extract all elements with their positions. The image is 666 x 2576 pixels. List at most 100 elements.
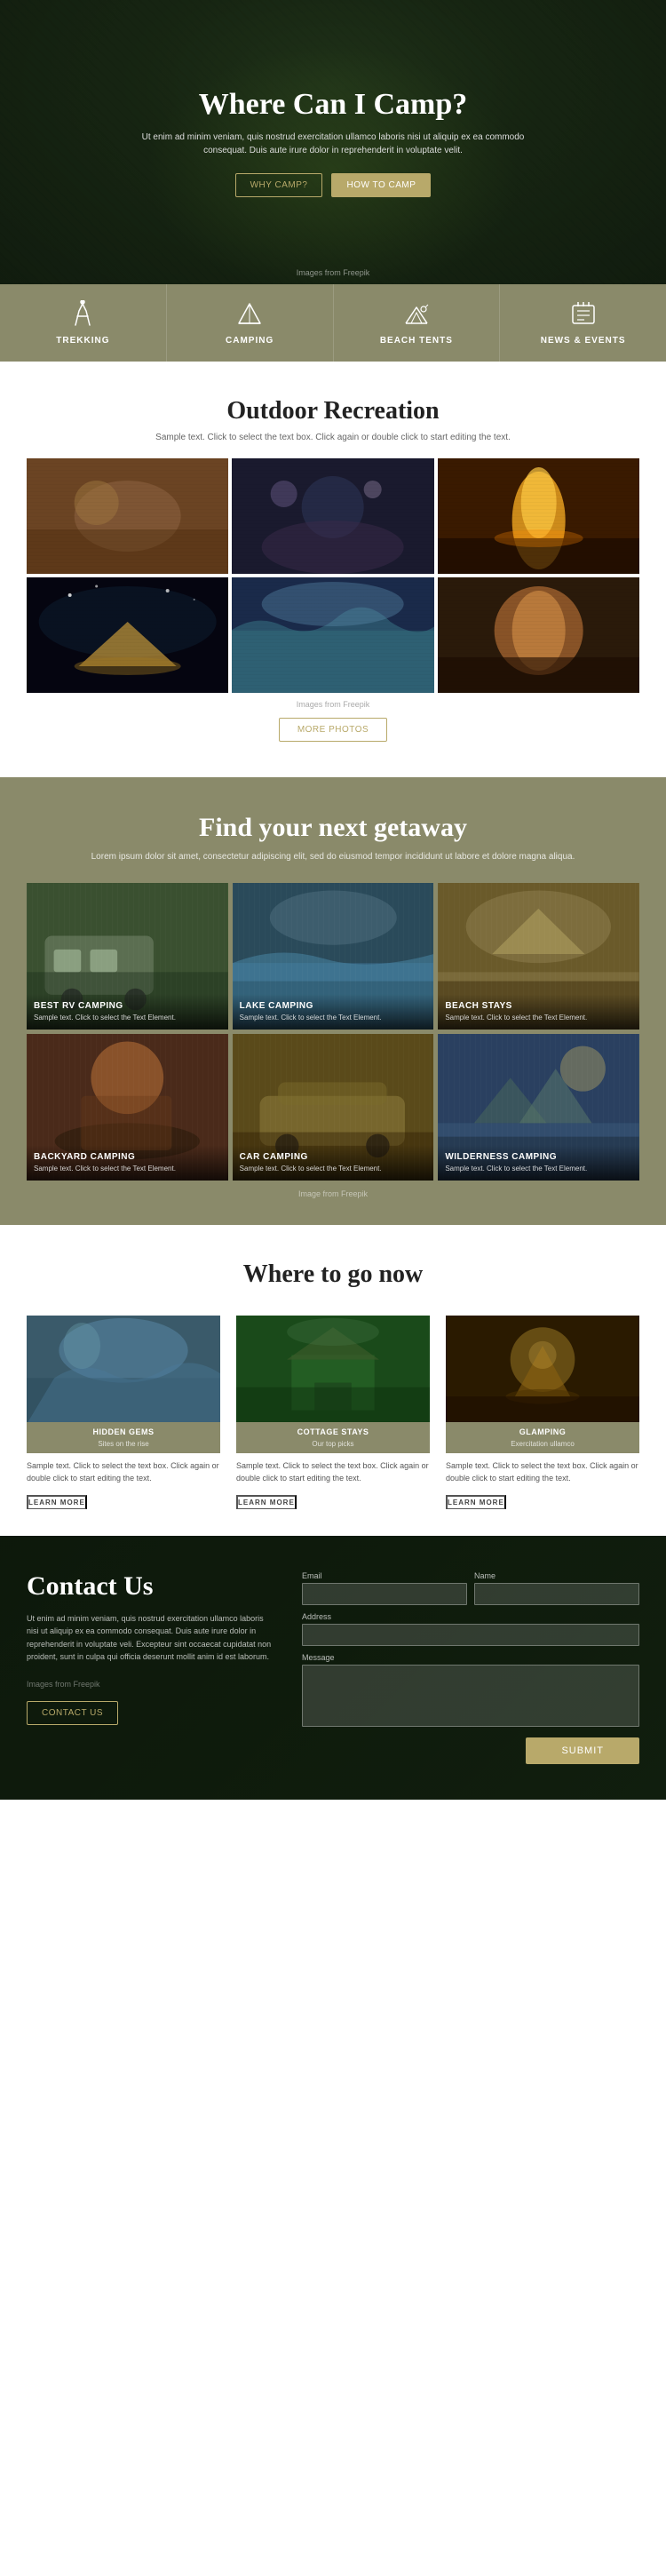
where-card-label-cottage: COTTAGE STAYS: [236, 1422, 430, 1440]
outdoor-credit: Images from Freepik: [27, 700, 639, 709]
contact-form: Email Name Address Message SUBMIT: [302, 1571, 639, 1764]
getaway-title: Find your next getaway: [27, 813, 639, 843]
getaway-card-car[interactable]: CAR CAMPING Sample text. Click to select…: [233, 1034, 434, 1181]
getaway-text-beach: Sample text. Click to select the Text El…: [445, 1014, 632, 1022]
camping-icon: [235, 300, 264, 329]
contact-title: Contact Us: [27, 1571, 275, 1602]
contact-us-button[interactable]: CONTACT US: [27, 1701, 118, 1725]
where-card-label-hidden-gems: HIDDEN GEMS: [27, 1422, 220, 1440]
outdoor-photo-6: [438, 577, 639, 693]
getaway-title-lake: LAKE CAMPING: [240, 1001, 427, 1011]
where-grid: HIDDEN GEMS Sites on the rise Sample tex…: [27, 1316, 639, 1509]
contact-form-row-1: Email Name: [302, 1571, 639, 1605]
contact-address-field: Address: [302, 1612, 639, 1646]
outdoor-subtitle: Sample text. Click to select the text bo…: [27, 433, 639, 442]
getaway-card-lake[interactable]: LAKE CAMPING Sample text. Click to selec…: [233, 883, 434, 1030]
where-card-sublabel-glamping: Exercitation ullamco: [446, 1440, 639, 1453]
outdoor-photo-4: [27, 577, 228, 693]
more-photos-button[interactable]: MORE PHOTOS: [279, 718, 387, 742]
hero-title: Where Can I Camp?: [199, 88, 468, 122]
name-input[interactable]: [474, 1583, 639, 1605]
where-card-sublabel-hidden-gems: Sites on the rise: [27, 1440, 220, 1453]
where-card-cottage: COTTAGE STAYS Our top picks Sample text.…: [236, 1316, 430, 1509]
submit-button[interactable]: SUBMIT: [526, 1737, 639, 1764]
getaway-overlay-car: CAR CAMPING Sample text. Click to select…: [233, 1145, 434, 1181]
name-label: Name: [474, 1571, 639, 1580]
getaway-text-car: Sample text. Click to select the Text El…: [240, 1165, 427, 1173]
beach-tents-icon: [402, 300, 431, 329]
where-card-body-cottage: Sample text. Click to select the text bo…: [236, 1453, 430, 1491]
getaway-text-lake: Sample text. Click to select the Text El…: [240, 1014, 427, 1022]
hero-buttons: WHY CAMP? HOW TO CAMP: [235, 173, 432, 197]
news-events-icon: [569, 300, 598, 329]
outdoor-photo-3: [438, 458, 639, 574]
beach-tents-label: BEACH TENTS: [380, 336, 453, 346]
where-card-img-glamping: [446, 1316, 639, 1422]
learn-more-hidden-gems[interactable]: LEARN MORE: [27, 1495, 87, 1509]
contact-name-field: Name: [474, 1571, 639, 1605]
getaway-title-rv: BEST RV CAMPING: [34, 1001, 221, 1011]
where-section: Where to go now HIDDEN GEMS Sites on the…: [0, 1225, 666, 1536]
getaway-overlay-lake: LAKE CAMPING Sample text. Click to selec…: [233, 994, 434, 1030]
getaway-overlay-rv: BEST RV CAMPING Sample text. Click to se…: [27, 994, 228, 1030]
outdoor-photo-5: [232, 577, 433, 693]
outdoor-title: Outdoor Recreation: [27, 397, 639, 425]
getaway-title-backyard: BACKYARD CAMPING: [34, 1152, 221, 1162]
getaway-card-beach[interactable]: BEACH STAYS Sample text. Click to select…: [438, 883, 639, 1030]
getaway-card-rv[interactable]: BEST RV CAMPING Sample text. Click to se…: [27, 883, 228, 1030]
contact-message-field: Message: [302, 1653, 639, 1727]
getaway-grid: BEST RV CAMPING Sample text. Click to se…: [27, 883, 639, 1181]
contact-email-field: Email: [302, 1571, 467, 1605]
getaway-text-backyard: Sample text. Click to select the Text El…: [34, 1165, 221, 1173]
getaway-text-wilderness: Sample text. Click to select the Text El…: [445, 1165, 632, 1173]
learn-more-glamping[interactable]: LEARN MORE: [446, 1495, 506, 1509]
where-card-sublabel-cottage: Our top picks: [236, 1440, 430, 1453]
icon-item-news-events[interactable]: NEWS & EVENTS: [500, 284, 666, 362]
where-card-img-hidden-gems: [27, 1316, 220, 1422]
outdoor-photo-1: [27, 458, 228, 574]
where-card-label-glamping: GLAMPING: [446, 1422, 639, 1440]
icon-item-camping[interactable]: CAMPING: [167, 284, 334, 362]
getaway-credit: Image from Freepik: [27, 1189, 639, 1198]
where-card-body-glamping: Sample text. Click to select the text bo…: [446, 1453, 639, 1491]
where-card-glamping: GLAMPING Exercitation ullamco Sample tex…: [446, 1316, 639, 1509]
contact-credit: Images from Freepik: [27, 1680, 275, 1689]
how-to-camp-button[interactable]: HOW TO CAMP: [331, 173, 431, 197]
hero-description: Ut enim ad minim veniam, quis nostrud ex…: [120, 131, 546, 157]
getaway-title-car: CAR CAMPING: [240, 1152, 427, 1162]
hero-credit: Images from Freepik: [297, 268, 370, 277]
learn-more-cottage[interactable]: LEARN MORE: [236, 1495, 297, 1509]
contact-form-row-2: Address: [302, 1612, 639, 1646]
email-label: Email: [302, 1571, 467, 1580]
where-card-hidden-gems: HIDDEN GEMS Sites on the rise Sample tex…: [27, 1316, 220, 1509]
message-textarea[interactable]: [302, 1665, 639, 1727]
getaway-overlay-wilderness: WILDERNESS CAMPING Sample text. Click to…: [438, 1145, 639, 1181]
getaway-title-wilderness: WILDERNESS CAMPING: [445, 1152, 632, 1162]
contact-description: Ut enim ad minim veniam, quis nostrud ex…: [27, 1612, 275, 1664]
hero-section: Where Can I Camp? Ut enim ad minim venia…: [0, 0, 666, 284]
getaway-title-beach: BEACH STAYS: [445, 1001, 632, 1011]
trekking-icon: [68, 300, 97, 329]
getaway-text-rv: Sample text. Click to select the Text El…: [34, 1014, 221, 1022]
icon-item-trekking[interactable]: TREKKING: [0, 284, 167, 362]
why-camp-button[interactable]: WHY CAMP?: [235, 173, 323, 197]
getaway-card-wilderness[interactable]: WILDERNESS CAMPING Sample text. Click to…: [438, 1034, 639, 1181]
where-card-img-cottage: [236, 1316, 430, 1422]
message-label: Message: [302, 1653, 639, 1662]
email-input[interactable]: [302, 1583, 467, 1605]
getaway-overlay-backyard: BACKYARD CAMPING Sample text. Click to s…: [27, 1145, 228, 1181]
outdoor-photo-2: [232, 458, 433, 574]
icon-bar: TREKKING CAMPING BEACH TENTS NEWS &: [0, 284, 666, 362]
contact-left: Contact Us Ut enim ad minim veniam, quis…: [27, 1571, 275, 1725]
address-label: Address: [302, 1612, 639, 1621]
address-input[interactable]: [302, 1624, 639, 1646]
camping-label: CAMPING: [226, 336, 274, 346]
getaway-overlay-beach: BEACH STAYS Sample text. Click to select…: [438, 994, 639, 1030]
outdoor-section: Outdoor Recreation Sample text. Click to…: [0, 362, 666, 777]
contact-form-row-3: Message: [302, 1653, 639, 1727]
getaway-description: Lorem ipsum dolor sit amet, consectetur …: [27, 850, 639, 863]
news-events-label: NEWS & EVENTS: [541, 336, 626, 346]
trekking-label: TREKKING: [56, 336, 109, 346]
getaway-card-backyard[interactable]: BACKYARD CAMPING Sample text. Click to s…: [27, 1034, 228, 1181]
icon-item-beach-tents[interactable]: BEACH TENTS: [334, 284, 501, 362]
